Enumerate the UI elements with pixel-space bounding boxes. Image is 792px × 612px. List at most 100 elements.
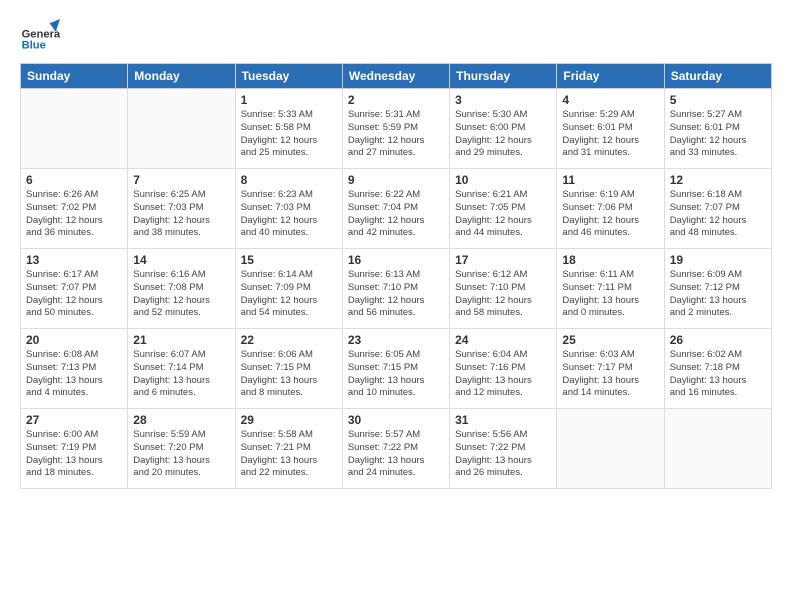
calendar-cell: 25Sunrise: 6:03 AM Sunset: 7:17 PM Dayli…	[557, 329, 664, 409]
calendar-cell: 13 Sunrise: 6:17 AM Sunset: 7:07 PM Dayli…	[21, 249, 128, 329]
day-info: Sunrise: 6:07 AM Sunset: 7:14 PM Dayligh…	[133, 349, 229, 400]
day-info: Sunrise: 6:02 AM Sunset: 7:18 PM Dayligh…	[670, 349, 766, 400]
day-info: Sunrise: 6:22 AM Sunset: 7:04 PM Dayligh…	[348, 189, 444, 240]
day-info: Sunrise: 6:08 AM Sunset: 7:13 PM Dayligh…	[26, 349, 122, 400]
day-number: 9	[348, 173, 444, 187]
page: General Blue SundayMondayTuesdayWednesda…	[0, 0, 792, 499]
day-number: 6	[26, 173, 122, 187]
day-info: Sunrise: 5:31 AM Sunset: 5:59 PM Dayligh…	[348, 109, 444, 160]
calendar-table: SundayMondayTuesdayWednesdayThursdayFrid…	[20, 63, 772, 489]
day-info: Sunrise: 6:16 AM Sunset: 7:08 PM Dayligh…	[133, 269, 229, 320]
weekday-header-sunday: Sunday	[21, 64, 128, 89]
day-info: Sunrise: 6:11 AM Sunset: 7:11 PM Dayligh…	[562, 269, 658, 320]
calendar-cell	[557, 409, 664, 489]
calendar-cell: 18 Sunrise: 6:11 AM Sunset: 7:11 PM Dayli…	[557, 249, 664, 329]
day-number: 1	[241, 93, 337, 107]
calendar-cell: 17 Sunrise: 6:12 AM Sunset: 7:10 PM Dayli…	[450, 249, 557, 329]
day-number: 14	[133, 253, 229, 267]
svg-text:General: General	[22, 28, 60, 40]
calendar-cell: 1 Sunrise: 5:33 AM Sunset: 5:58 PM Daylig…	[235, 89, 342, 169]
logo-icon: General Blue	[20, 15, 60, 55]
calendar-cell: 2 Sunrise: 5:31 AM Sunset: 5:59 PM Daylig…	[342, 89, 449, 169]
calendar-cell: 4 Sunrise: 5:29 AM Sunset: 6:01 PM Daylig…	[557, 89, 664, 169]
weekday-header-monday: Monday	[128, 64, 235, 89]
weekday-header-thursday: Thursday	[450, 64, 557, 89]
weekday-header-saturday: Saturday	[664, 64, 771, 89]
day-info: Sunrise: 5:27 AM Sunset: 6:01 PM Dayligh…	[670, 109, 766, 160]
day-info: Sunrise: 6:04 AM Sunset: 7:16 PM Dayligh…	[455, 349, 551, 400]
calendar-cell: 24 Sunrise: 6:04 AM Sunset: 7:16 PM Dayli…	[450, 329, 557, 409]
day-number: 11	[562, 173, 658, 187]
day-number: 28	[133, 413, 229, 427]
day-info: Sunrise: 6:00 AM Sunset: 7:19 PM Dayligh…	[26, 429, 122, 480]
calendar-cell: 31Sunrise: 5:56 AM Sunset: 7:22 PM Dayli…	[450, 409, 557, 489]
calendar-cell: 9 Sunrise: 6:22 AM Sunset: 7:04 PM Daylig…	[342, 169, 449, 249]
day-number: 5	[670, 93, 766, 107]
calendar-cell	[21, 89, 128, 169]
day-info: Sunrise: 6:21 AM Sunset: 7:05 PM Dayligh…	[455, 189, 551, 240]
calendar-cell	[664, 409, 771, 489]
calendar-cell: 29Sunrise: 5:58 AM Sunset: 7:21 PM Dayli…	[235, 409, 342, 489]
calendar-cell: 7 Sunrise: 6:25 AM Sunset: 7:03 PM Daylig…	[128, 169, 235, 249]
day-number: 16	[348, 253, 444, 267]
calendar-cell: 19 Sunrise: 6:09 AM Sunset: 7:12 PM Dayli…	[664, 249, 771, 329]
calendar-cell: 3Sunrise: 5:30 AM Sunset: 6:00 PM Daylig…	[450, 89, 557, 169]
day-number: 13	[26, 253, 122, 267]
day-info: Sunrise: 6:23 AM Sunset: 7:03 PM Dayligh…	[241, 189, 337, 240]
calendar-cell: 26 Sunrise: 6:02 AM Sunset: 7:18 PM Dayli…	[664, 329, 771, 409]
calendar-cell: 8 Sunrise: 6:23 AM Sunset: 7:03 PM Daylig…	[235, 169, 342, 249]
calendar-cell: 20Sunrise: 6:08 AM Sunset: 7:13 PM Dayli…	[21, 329, 128, 409]
calendar-week-row: 27Sunrise: 6:00 AM Sunset: 7:19 PM Dayli…	[21, 409, 772, 489]
day-info: Sunrise: 6:17 AM Sunset: 7:07 PM Dayligh…	[26, 269, 122, 320]
day-info: Sunrise: 6:25 AM Sunset: 7:03 PM Dayligh…	[133, 189, 229, 240]
calendar-cell: 11 Sunrise: 6:19 AM Sunset: 7:06 PM Dayli…	[557, 169, 664, 249]
day-info: Sunrise: 6:13 AM Sunset: 7:10 PM Dayligh…	[348, 269, 444, 320]
day-number: 19	[670, 253, 766, 267]
day-number: 29	[241, 413, 337, 427]
calendar-cell: 15Sunrise: 6:14 AM Sunset: 7:09 PM Dayli…	[235, 249, 342, 329]
day-info: Sunrise: 6:12 AM Sunset: 7:10 PM Dayligh…	[455, 269, 551, 320]
day-info: Sunrise: 6:14 AM Sunset: 7:09 PM Dayligh…	[241, 269, 337, 320]
calendar-cell: 30 Sunrise: 5:57 AM Sunset: 7:22 PM Dayli…	[342, 409, 449, 489]
calendar-cell: 5 Sunrise: 5:27 AM Sunset: 6:01 PM Daylig…	[664, 89, 771, 169]
day-number: 23	[348, 333, 444, 347]
day-number: 18	[562, 253, 658, 267]
svg-text:Blue: Blue	[22, 40, 46, 52]
weekday-header-wednesday: Wednesday	[342, 64, 449, 89]
day-number: 7	[133, 173, 229, 187]
calendar-cell: 23 Sunrise: 6:05 AM Sunset: 7:15 PM Dayli…	[342, 329, 449, 409]
day-info: Sunrise: 6:05 AM Sunset: 7:15 PM Dayligh…	[348, 349, 444, 400]
day-number: 8	[241, 173, 337, 187]
weekday-header-tuesday: Tuesday	[235, 64, 342, 89]
calendar-cell: 16 Sunrise: 6:13 AM Sunset: 7:10 PM Dayli…	[342, 249, 449, 329]
day-number: 10	[455, 173, 551, 187]
calendar-cell: 10 Sunrise: 6:21 AM Sunset: 7:05 PM Dayli…	[450, 169, 557, 249]
day-info: Sunrise: 5:57 AM Sunset: 7:22 PM Dayligh…	[348, 429, 444, 480]
calendar-cell: 14 Sunrise: 6:16 AM Sunset: 7:08 PM Dayli…	[128, 249, 235, 329]
day-number: 26	[670, 333, 766, 347]
calendar-week-row: 13 Sunrise: 6:17 AM Sunset: 7:07 PM Dayli…	[21, 249, 772, 329]
day-number: 31	[455, 413, 551, 427]
day-number: 30	[348, 413, 444, 427]
calendar-cell: 22Sunrise: 6:06 AM Sunset: 7:15 PM Dayli…	[235, 329, 342, 409]
day-number: 4	[562, 93, 658, 107]
day-number: 2	[348, 93, 444, 107]
day-info: Sunrise: 6:09 AM Sunset: 7:12 PM Dayligh…	[670, 269, 766, 320]
calendar-week-row: 20Sunrise: 6:08 AM Sunset: 7:13 PM Dayli…	[21, 329, 772, 409]
calendar-week-row: 6Sunrise: 6:26 AM Sunset: 7:02 PM Daylig…	[21, 169, 772, 249]
day-number: 21	[133, 333, 229, 347]
day-info: Sunrise: 5:29 AM Sunset: 6:01 PM Dayligh…	[562, 109, 658, 160]
day-number: 24	[455, 333, 551, 347]
calendar-cell: 27Sunrise: 6:00 AM Sunset: 7:19 PM Dayli…	[21, 409, 128, 489]
header: General Blue	[20, 15, 772, 55]
weekday-header-friday: Friday	[557, 64, 664, 89]
day-info: Sunrise: 6:03 AM Sunset: 7:17 PM Dayligh…	[562, 349, 658, 400]
calendar-cell: 12 Sunrise: 6:18 AM Sunset: 7:07 PM Dayli…	[664, 169, 771, 249]
day-info: Sunrise: 6:18 AM Sunset: 7:07 PM Dayligh…	[670, 189, 766, 240]
day-info: Sunrise: 6:19 AM Sunset: 7:06 PM Dayligh…	[562, 189, 658, 240]
day-number: 17	[455, 253, 551, 267]
day-number: 12	[670, 173, 766, 187]
day-info: Sunrise: 5:33 AM Sunset: 5:58 PM Dayligh…	[241, 109, 337, 160]
calendar-cell: 6Sunrise: 6:26 AM Sunset: 7:02 PM Daylig…	[21, 169, 128, 249]
calendar-cell: 28Sunrise: 5:59 AM Sunset: 7:20 PM Dayli…	[128, 409, 235, 489]
